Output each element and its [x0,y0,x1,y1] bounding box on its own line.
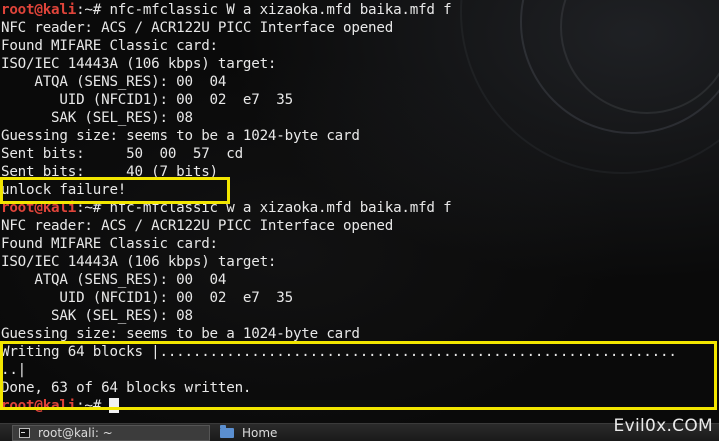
output-line: ISO/IEC 14443A (106 kbps) target: [1,56,277,72]
taskbar-terminal-label: root@kali: ~ [38,426,113,440]
taskbar-home-label: Home [242,426,278,440]
prompt-line: root@kali:~# nfc-mfclassic W a xizaoka.m… [1,1,717,19]
output-line: Found MIFARE Classic card: [1,236,218,252]
output-line: SAK (SEL_RES): 08 [1,110,193,126]
prompt-path: :~# [76,2,102,18]
terminal-window[interactable]: root@kali:~# nfc-mfclassic W a xizaoka.m… [0,0,719,423]
output-line: NFC reader: ACS / ACR122U PICC Interface… [1,218,394,234]
output-line: ATQA (SENS_RES): 00 04 [1,272,227,288]
highlight-box-write-result [0,341,717,410]
output-line: NFC reader: ACS / ACR122U PICC Interface… [1,20,394,36]
highlight-box-unlock-failure [0,177,230,204]
terminal-icon [19,428,30,438]
taskbar-home-button[interactable]: Home [218,425,340,441]
output-line: ATQA (SENS_RES): 00 04 [1,74,227,90]
output-line: UID (NFCID1): 00 02 e7 35 [1,92,293,108]
output-line: Found MIFARE Classic card: [1,38,218,54]
prompt-user: root@kali [1,2,77,18]
output-line: UID (NFCID1): 00 02 e7 35 [1,290,293,306]
folder-icon [220,425,234,438]
taskbar-terminal-button[interactable]: root@kali: ~ [12,425,210,441]
output-line: Guessing size: seems to be a 1024-byte c… [1,128,360,144]
watermark: Evil0x.COM [613,416,713,436]
taskbar: root@kali: ~ Home [0,423,719,441]
output-line: Sent bits: 50 00 57 cd [1,146,243,162]
output-line: SAK (SEL_RES): 08 [1,308,193,324]
command-text: nfc-mfclassic W a xizaoka.mfd baika.mfd … [101,2,452,18]
output-line: ISO/IEC 14443A (106 kbps) target: [1,254,277,270]
